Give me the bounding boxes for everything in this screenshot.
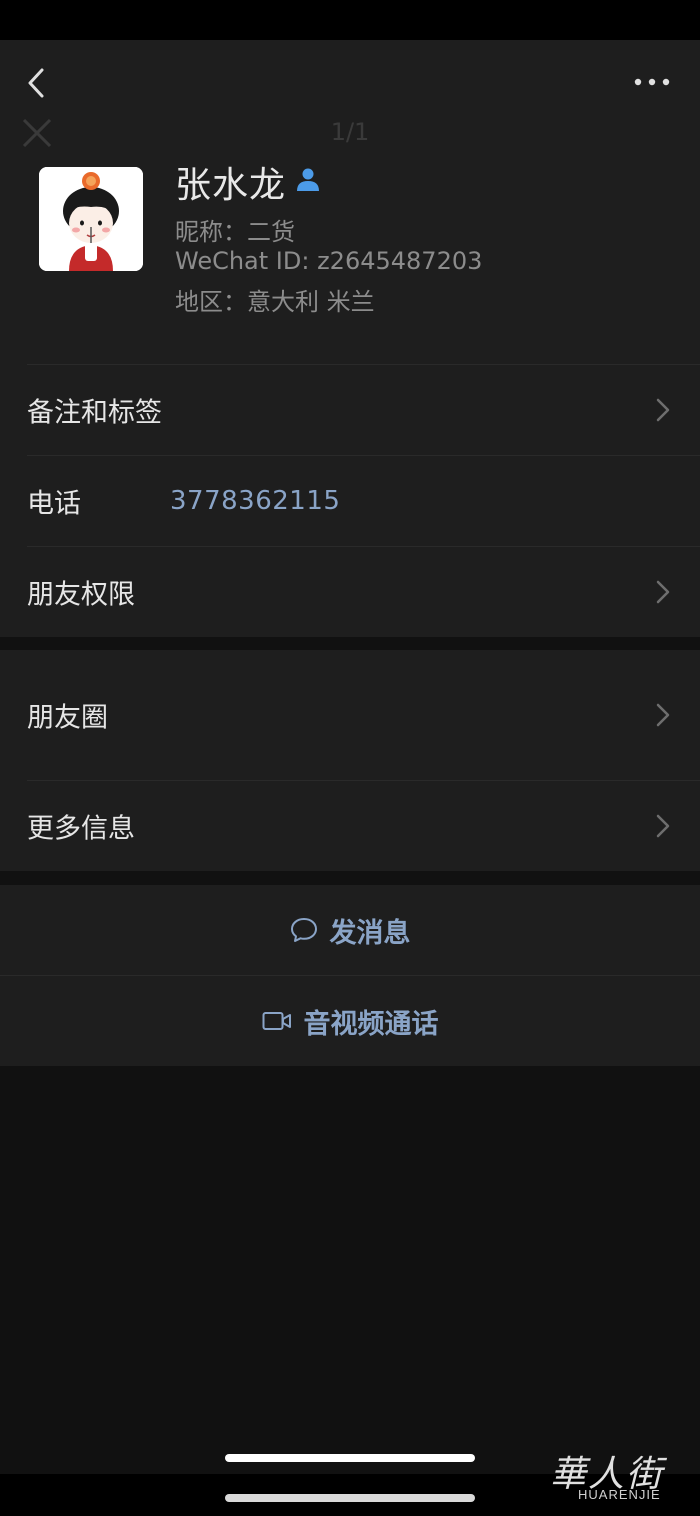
contact-name: 张水龙 xyxy=(175,165,287,206)
watermark-logo: 華人街 HUARENJIE xyxy=(550,1445,695,1507)
phone-label: 电话 xyxy=(27,488,81,520)
video-call-button[interactable]: 音视频通话 xyxy=(0,976,700,1066)
send-message-button[interactable]: 发消息 xyxy=(0,885,700,975)
video-camera-icon xyxy=(262,1012,291,1030)
phone-number-link[interactable]: 3778362115 xyxy=(170,486,340,516)
video-call-label: 音视频通话 xyxy=(303,1008,439,1040)
contact-badge-icon xyxy=(297,168,319,191)
nickname-text: 昵称：二货 xyxy=(175,218,295,246)
remarks-tags-label: 备注和标签 xyxy=(27,397,162,429)
avatar[interactable] xyxy=(39,167,143,271)
chat-bubble-icon xyxy=(290,918,317,942)
send-message-label: 发消息 xyxy=(329,917,411,949)
chevron-right-icon xyxy=(656,580,670,604)
chevron-right-icon xyxy=(656,398,670,422)
friend-permissions-label: 朋友权限 xyxy=(27,579,135,611)
home-indicator-secondary xyxy=(225,1494,475,1502)
moments-section: 朋友圈 更多信息 xyxy=(0,650,700,871)
home-indicator[interactable] xyxy=(225,1454,475,1462)
more-info-label: 更多信息 xyxy=(27,813,135,845)
remarks-tags-row[interactable]: 备注和标签 xyxy=(0,365,700,455)
actions-section: 发消息 音视频通话 xyxy=(0,885,700,1066)
moments-label: 朋友圈 xyxy=(27,702,108,734)
avatar-illustration xyxy=(39,167,143,271)
back-arrow-icon[interactable] xyxy=(22,66,50,100)
watermark-en: HUARENJIE xyxy=(578,1487,661,1502)
more-dots-icon[interactable] xyxy=(632,72,672,92)
chevron-right-icon xyxy=(656,703,670,727)
status-bar xyxy=(0,0,700,40)
moments-row[interactable]: 朋友圈 xyxy=(0,670,700,760)
region-text: 地区：意大利 米兰 xyxy=(175,288,375,316)
profile-header: 1/1 张水龙 昵称：二货 WeChat ID: z2645487203 地区：… xyxy=(0,40,700,637)
wechat-id-text: WeChat ID: z2645487203 xyxy=(175,247,483,275)
ghost-counter: 1/1 xyxy=(330,118,370,146)
friend-permissions-row[interactable]: 朋友权限 xyxy=(0,547,700,637)
chevron-right-icon xyxy=(656,814,670,838)
more-info-row[interactable]: 更多信息 xyxy=(0,781,700,871)
phone-row[interactable]: 电话 3778362115 xyxy=(0,456,700,546)
